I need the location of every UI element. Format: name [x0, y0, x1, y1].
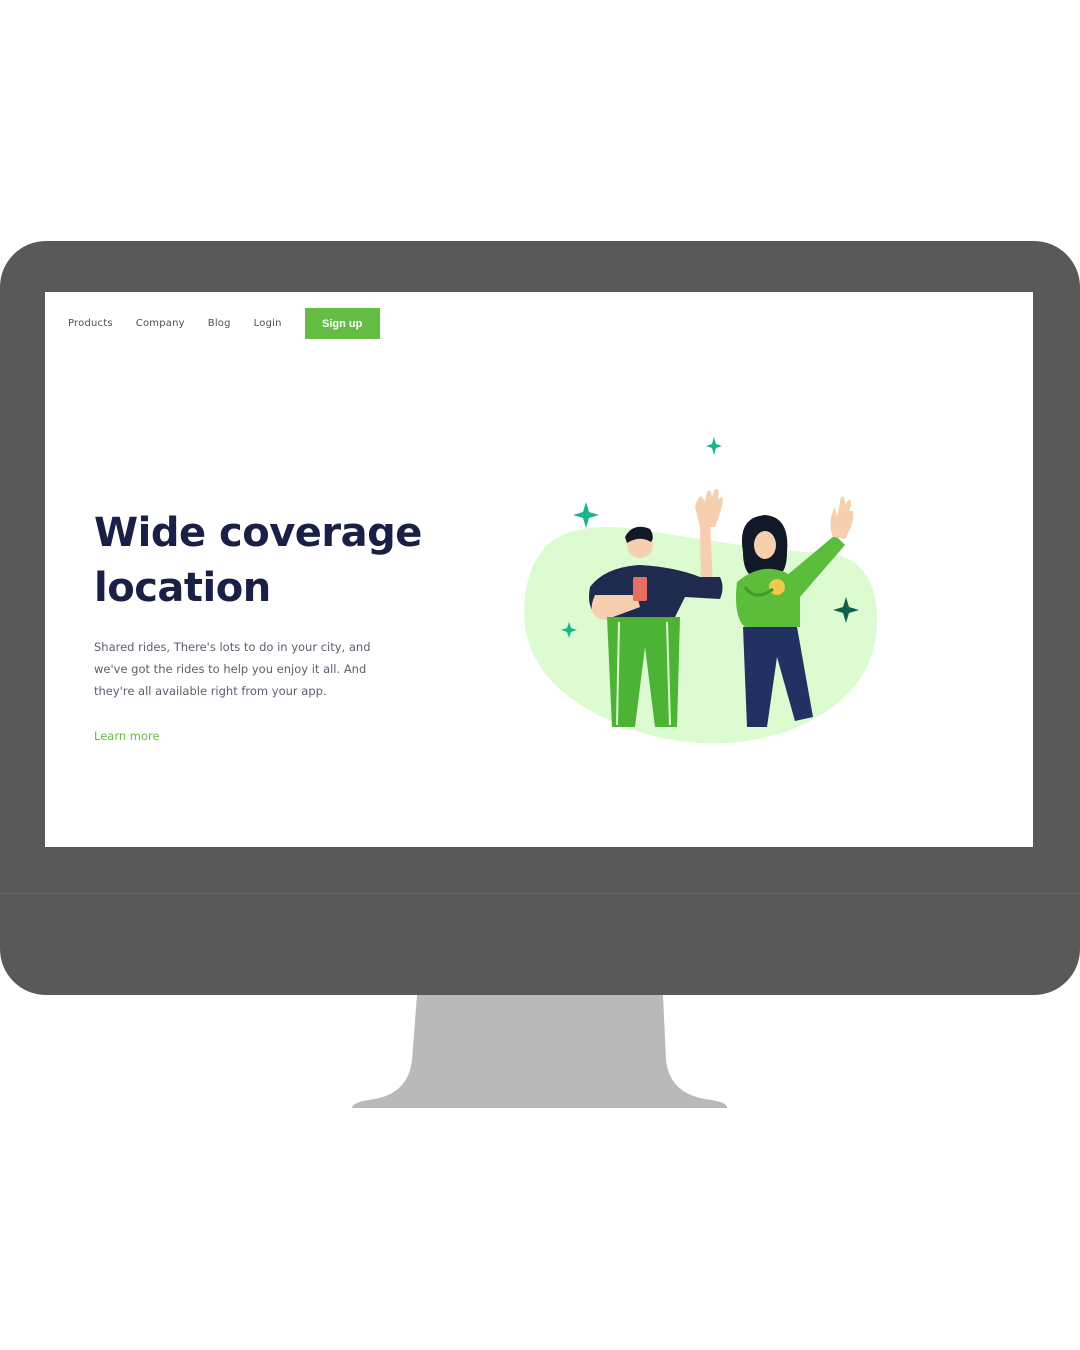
sparkle-icon: [706, 437, 722, 455]
learn-more-link[interactable]: Learn more: [94, 729, 160, 743]
hero-title: Wide coverage location: [94, 506, 474, 616]
hero-title-line-2: location: [94, 565, 271, 611]
monitor-chin-divider: [0, 893, 1080, 894]
hero-title-line-1: Wide coverage: [94, 510, 422, 556]
nav-link-products[interactable]: Products: [68, 318, 113, 329]
people-waving-illustration: [524, 437, 878, 744]
top-nav: Products Company Blog Login Sign up: [68, 308, 380, 339]
nav-link-login[interactable]: Login: [254, 318, 282, 329]
sparkle-icon: [573, 502, 599, 528]
website-screen: Products Company Blog Login Sign up Wide…: [45, 292, 1033, 847]
nav-link-company[interactable]: Company: [136, 318, 185, 329]
hero-description: Shared rides, There's lots to do in your…: [94, 640, 371, 698]
signup-button[interactable]: Sign up: [304, 308, 380, 339]
nav-link-blog[interactable]: Blog: [208, 318, 231, 329]
